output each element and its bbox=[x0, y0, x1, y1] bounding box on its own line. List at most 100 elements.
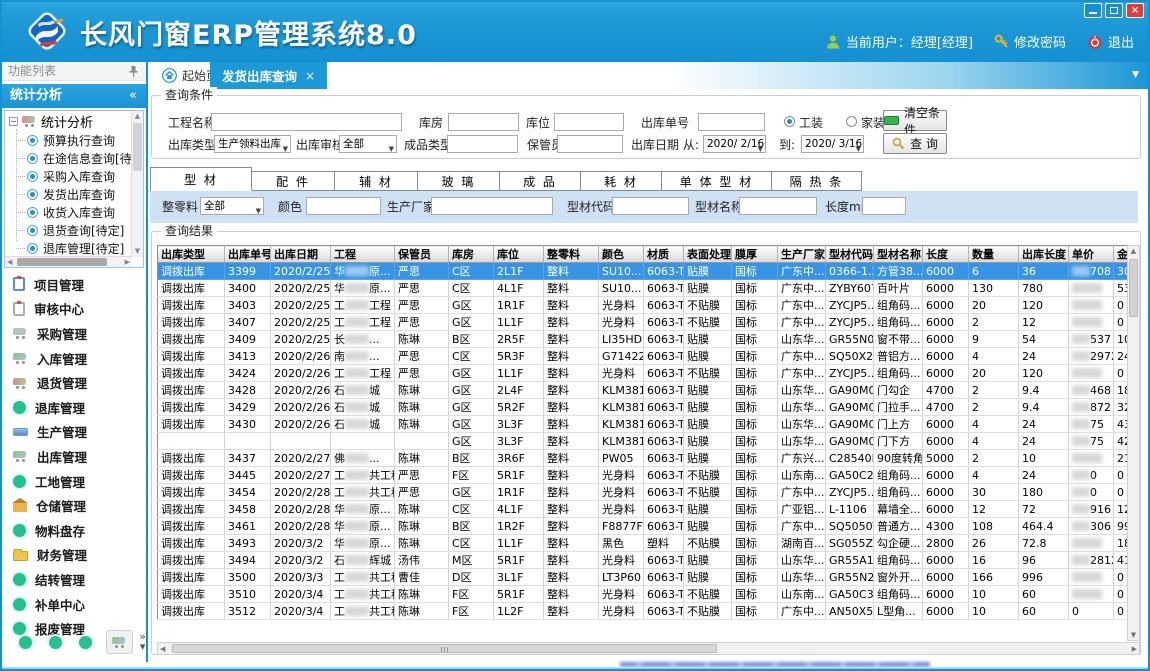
table-row[interactable]: 调拨出库34542020/2/28工共工程严思G区1R1F整料光身料6063-T… bbox=[158, 484, 1128, 501]
column-header[interactable]: 长度 bbox=[923, 246, 969, 263]
tree-item[interactable]: 退货查询[待定] bbox=[5, 221, 132, 239]
scroll-up-icon[interactable]: ▲ bbox=[1128, 247, 1139, 255]
column-header[interactable]: 出库日期 bbox=[271, 246, 331, 263]
column-header[interactable]: 保管员 bbox=[395, 246, 449, 263]
column-header[interactable]: 数量 bbox=[969, 246, 1019, 263]
scroll-thumb[interactable] bbox=[1129, 259, 1138, 317]
table-row[interactable]: 调拨出库34302020/2/26石城陈琳G区3L3F整料KLM38176063… bbox=[158, 416, 1128, 433]
sidebar-module-item[interactable]: 财务管理 bbox=[2, 543, 146, 568]
table-row[interactable]: 调拨出库34372020/2/27佛...陈琳B区3R6F整料PW056063-… bbox=[158, 450, 1128, 467]
table-row[interactable]: 调拨出库34292020/2/26石城陈琳G区5R2F整料KLM38176063… bbox=[158, 399, 1128, 416]
scroll-right-icon[interactable]: ▶ bbox=[125, 258, 130, 266]
sidebar-module-item[interactable]: 项目管理 bbox=[2, 272, 146, 297]
warehouse-input[interactable] bbox=[448, 113, 519, 131]
tree-item[interactable]: 退库管理[待定] bbox=[5, 239, 132, 257]
tab-list-dropdown-icon[interactable]: ▼ bbox=[1132, 70, 1139, 80]
scroll-left-icon[interactable]: ◀ bbox=[160, 645, 165, 653]
module-dot-icon[interactable] bbox=[79, 636, 92, 649]
whole-part-select[interactable]: 全部▼ bbox=[200, 197, 264, 215]
collapse-icon[interactable]: « bbox=[129, 84, 137, 108]
project-name-input[interactable] bbox=[211, 113, 402, 131]
table-row[interactable]: 调拨出库35122020/3/4工共工程陈琳F区1L2F整料光身料6063-T5… bbox=[158, 603, 1128, 620]
material-tab[interactable]: 耗 材 bbox=[581, 171, 662, 191]
tab-active[interactable]: 发货出库查询 × bbox=[210, 62, 327, 89]
scroll-down-icon[interactable]: ▼ bbox=[1128, 631, 1139, 639]
profile-name-input[interactable] bbox=[739, 197, 817, 215]
date-from-select[interactable]: 2020/ 2/16▼ bbox=[703, 135, 766, 153]
column-header[interactable]: 表面处理 bbox=[684, 246, 732, 263]
tree-horizontal-scrollbar[interactable]: ◀ ▶ bbox=[5, 256, 132, 267]
column-header[interactable]: 出库类型 bbox=[158, 246, 225, 263]
column-header[interactable]: 出库长度 bbox=[1019, 246, 1069, 263]
sidebar-module-item[interactable]: 出库管理 bbox=[2, 444, 146, 469]
sidebar-module-item[interactable]: 审核中心 bbox=[2, 297, 146, 322]
clear-conditions-button[interactable]: 清空条件 bbox=[883, 110, 947, 131]
material-tab[interactable]: 配 件 bbox=[252, 171, 335, 191]
tree-item[interactable]: 在途信息查询[待 bbox=[5, 149, 132, 167]
close-button[interactable]: × bbox=[1126, 3, 1144, 18]
table-row[interactable]: 调拨出库33992020/2/25华原...严思C区2L1F整料SU10...6… bbox=[158, 263, 1128, 280]
column-header[interactable]: 膜厚 bbox=[732, 246, 778, 263]
keeper-input[interactable] bbox=[557, 135, 623, 153]
sidebar-module-item[interactable]: 退库管理 bbox=[2, 395, 146, 420]
maximize-button[interactable] bbox=[1105, 3, 1123, 18]
module-dot-icon[interactable] bbox=[49, 636, 62, 649]
jiazhuang-radio[interactable] bbox=[846, 116, 857, 127]
table-row[interactable]: 调拨出库34092020/2/25长...陈琳B区2R5F整料LI35HD606… bbox=[158, 331, 1128, 348]
length-input[interactable] bbox=[862, 197, 906, 215]
table-row[interactable]: 调拨出库34282020/2/26石城陈琳G区2L4F整料KLM38176063… bbox=[158, 382, 1128, 399]
tree-collapse-box[interactable]: − bbox=[9, 117, 18, 126]
material-tab[interactable]: 型 材 bbox=[150, 167, 252, 191]
grid-horizontal-scrollbar[interactable]: ◀ ▶ bbox=[157, 642, 1140, 655]
scroll-thumb[interactable] bbox=[133, 123, 142, 171]
location-input[interactable] bbox=[554, 113, 624, 131]
date-to-select[interactable]: 2020/ 3/16▼ bbox=[801, 135, 864, 153]
sidebar-module-item[interactable]: 入库管理 bbox=[2, 346, 146, 371]
tree-vertical-scrollbar[interactable]: ▲ ▼ bbox=[131, 111, 143, 257]
sidebar-module-item[interactable]: 仓储管理 bbox=[2, 493, 146, 518]
color-input[interactable] bbox=[306, 197, 381, 215]
column-header[interactable]: 整零料 bbox=[544, 246, 599, 263]
search-button[interactable]: 查 询 bbox=[883, 133, 947, 154]
material-tab[interactable]: 成 品 bbox=[500, 171, 581, 191]
column-header[interactable]: 库房 bbox=[449, 246, 494, 263]
column-header[interactable]: 工程 bbox=[331, 246, 395, 263]
scroll-right-icon[interactable]: ▶ bbox=[1132, 645, 1137, 653]
sidebar-module-item[interactable]: 补单中心 bbox=[2, 592, 146, 617]
material-tab[interactable]: 辅 材 bbox=[335, 171, 418, 191]
tree-root-item[interactable]: − 统计分析 bbox=[5, 111, 132, 131]
scroll-thumb[interactable] bbox=[17, 258, 107, 266]
sidebar-module-item[interactable]: 生产管理 bbox=[2, 420, 146, 445]
column-header[interactable]: 生产厂家 bbox=[778, 246, 826, 263]
product-type-input[interactable] bbox=[447, 135, 518, 153]
column-header[interactable]: 库位 bbox=[494, 246, 544, 263]
sidebar-module-item[interactable]: 退货管理 bbox=[2, 370, 146, 395]
manufacturer-input[interactable] bbox=[431, 197, 553, 215]
module-dot-icon[interactable] bbox=[19, 636, 32, 649]
sidebar-module-item[interactable]: 采购管理 bbox=[2, 321, 146, 346]
table-row[interactable]: 调拨出库35102020/3/4工共工程陈琳F区5R1F整料光身料6063-T5… bbox=[158, 586, 1128, 603]
table-row[interactable]: 调拨出库34612020/2/28华原...陈琳B区1R2F整料F8877FT6… bbox=[158, 518, 1128, 535]
table-row[interactable]: 调拨出库35002020/3/3工共工程曹佳D区3L1F整料LT3P606063… bbox=[158, 569, 1128, 586]
tree-item[interactable]: 收货入库查询 bbox=[5, 203, 132, 221]
material-tab[interactable]: 玻 璃 bbox=[418, 171, 500, 191]
column-header[interactable]: 型材代码 bbox=[826, 246, 874, 263]
material-tab[interactable]: 单 体 型 材 bbox=[662, 171, 772, 191]
tree-item[interactable]: 采购入库查询 bbox=[5, 167, 132, 185]
logout-button[interactable]: 退出 bbox=[1087, 32, 1134, 51]
more-modules-button[interactable]: »▾ bbox=[139, 632, 146, 652]
pin-icon[interactable] bbox=[128, 65, 139, 78]
table-row[interactable]: G区3L3F整料KLM38176063-T5贴膜国标山东华...GA90M09.… bbox=[158, 433, 1128, 450]
column-header[interactable]: 材质 bbox=[644, 246, 684, 263]
sidebar-module-item[interactable]: 工地管理 bbox=[2, 469, 146, 494]
change-password-button[interactable]: 修改密码 bbox=[994, 32, 1066, 51]
profile-code-input[interactable] bbox=[612, 197, 689, 215]
tree-item[interactable]: 发货出库查询 bbox=[5, 185, 132, 203]
material-tab[interactable]: 隔 热 条 bbox=[772, 171, 862, 191]
table-row[interactable]: 调拨出库34242020/2/26工工程严思G区1L1F整料光身料6063-T5… bbox=[158, 365, 1128, 382]
scroll-thumb[interactable] bbox=[172, 644, 717, 653]
gongzhuang-radio[interactable] bbox=[784, 116, 795, 127]
table-row[interactable]: 调拨出库34072020/2/25工工程严思G区1L1F整料光身料6063-T5… bbox=[158, 314, 1128, 331]
table-row[interactable]: 调拨出库34002020/2/25华原...严思C区4L1F整料SU10...6… bbox=[158, 280, 1128, 297]
table-row[interactable]: 调拨出库34452020/2/27工共工程严思F区5R1F整料光身料6063-T… bbox=[158, 467, 1128, 484]
